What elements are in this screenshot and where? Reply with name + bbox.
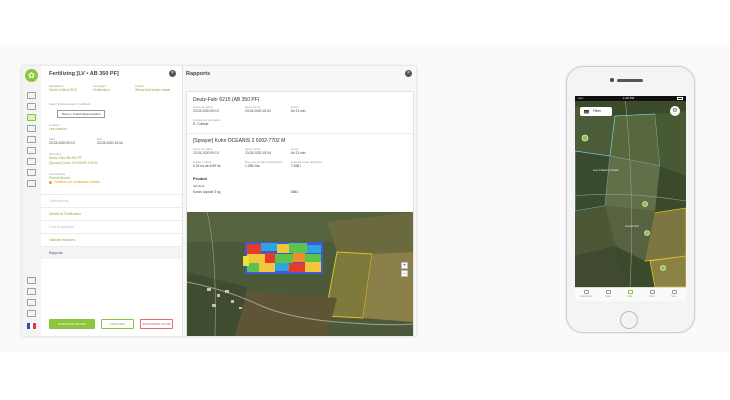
report-title: Deutz-Fahr 6215 (AB 350 PF) bbox=[193, 97, 260, 103]
product-name: Koran Liquide 3 kg bbox=[193, 190, 221, 194]
task-detail-panel: Fertilizing [LV • AB 350 PF] × Exploitat… bbox=[41, 66, 183, 336]
settings-gear-icon[interactable]: ⚙ bbox=[670, 106, 680, 116]
report-value: 23.03.2020 09:13 bbox=[193, 109, 219, 113]
dashboard-icon[interactable] bbox=[27, 92, 36, 99]
bottom-tab-bar: Operations Tasks Map Chat More bbox=[575, 287, 686, 301]
people-icon[interactable] bbox=[27, 147, 36, 154]
account-icon[interactable] bbox=[27, 299, 36, 306]
tasks-icon[interactable] bbox=[27, 114, 36, 121]
more-icon bbox=[671, 290, 677, 294]
status-bar: ••••• 1:20 PM bbox=[575, 96, 686, 101]
section-rapports[interactable]: Rapports bbox=[41, 246, 182, 259]
zoom-in-button[interactable]: + bbox=[401, 262, 408, 269]
stock-icon[interactable] bbox=[27, 180, 36, 187]
equipment-button[interactable]: Bruere / Grattel Ressemination bbox=[57, 110, 106, 118]
tasks-icon bbox=[605, 290, 611, 294]
status-time: 1:20 PM bbox=[623, 96, 635, 100]
field-value: Wheat soft winter wheat bbox=[135, 88, 171, 92]
report-value: 23.03.2020 15:34 bbox=[245, 109, 271, 113]
documents-icon[interactable] bbox=[27, 158, 36, 165]
report-value: 7.838 l bbox=[291, 164, 301, 168]
application-heatmap bbox=[243, 242, 323, 274]
report-card: Deutz-Fahr 6215 (AB 350 PF) Heure de déb… bbox=[186, 91, 414, 336]
carrier-signal: ••••• bbox=[578, 96, 584, 100]
phone-map[interactable] bbox=[575, 96, 686, 301]
report-value: 23.03.2020 09:13 bbox=[193, 151, 219, 155]
reports-panel: Rapports × Deutz-Fahr 6215 (AB 350 PF) H… bbox=[183, 66, 416, 336]
report-value: 1.256 l/ha bbox=[245, 164, 260, 168]
equipment-label: Seed / Products used / Fertilizers bbox=[49, 102, 91, 106]
reports-title: Rapports bbox=[186, 71, 211, 77]
close-icon[interactable]: × bbox=[405, 70, 412, 77]
menu-icon bbox=[584, 110, 589, 111]
section-validate[interactable]: Validate reactions bbox=[41, 233, 182, 246]
field-value: Mavic Unified 2019 bbox=[49, 88, 78, 92]
battery-icon bbox=[677, 97, 683, 100]
operator-link[interactable]: Deutz-Fahr AB 350 PF bbox=[49, 156, 82, 160]
warning-dot-icon bbox=[49, 181, 52, 184]
language-flag-icon[interactable] bbox=[27, 323, 36, 329]
intervention-note: Fertilizer per modulation details bbox=[54, 180, 100, 184]
tab-more[interactable]: More bbox=[663, 290, 685, 298]
chat-icon bbox=[649, 290, 655, 294]
filter-button[interactable]: Filtrer bbox=[580, 107, 612, 116]
tab-chat[interactable]: Chat bbox=[641, 290, 663, 298]
calendar-icon[interactable] bbox=[27, 103, 36, 110]
satellite-map[interactable] bbox=[187, 212, 413, 336]
machinery-icon[interactable] bbox=[27, 136, 36, 143]
app-logo-icon[interactable]: ✿ bbox=[25, 69, 38, 82]
edit-button[interactable]: MODIFIER bbox=[101, 319, 134, 329]
map-icon[interactable] bbox=[27, 125, 36, 132]
help-icon[interactable] bbox=[27, 277, 36, 284]
map-label: Les Chalons Fields bbox=[593, 168, 619, 172]
field-value: Fertilization bbox=[93, 88, 110, 92]
delete-button[interactable]: SUPPRIMER TACHE bbox=[140, 319, 173, 329]
icon-rail: ✿ bbox=[22, 66, 42, 336]
product-quantity: 8861 bbox=[291, 190, 299, 194]
tab-map[interactable]: Map bbox=[619, 290, 641, 298]
report-value: R. Collaud bbox=[193, 122, 209, 126]
location-value[interactable]: Les chalons bbox=[49, 127, 67, 131]
operator-link[interactable]: [Sprayer] Kuhn OCEANIS 2 5002 bbox=[49, 161, 98, 165]
tab-operations[interactable]: Operations bbox=[575, 290, 597, 298]
home-button[interactable] bbox=[620, 311, 638, 329]
start-value: 23.03.2020 09:13 bbox=[49, 141, 75, 145]
report-title: [Sprayer] Kuhn OCEANIS 2 5002-7702 M bbox=[193, 138, 286, 144]
duplicate-button[interactable]: DUPLICATE ACTION bbox=[49, 319, 95, 329]
report-value: 23.03.2020 15:34 bbox=[245, 151, 271, 155]
map-label: Grand Pré bbox=[625, 224, 639, 228]
settings-icon[interactable] bbox=[27, 288, 36, 295]
close-icon[interactable]: × bbox=[169, 70, 176, 77]
product-title: Produit bbox=[193, 176, 207, 181]
divider bbox=[187, 133, 413, 134]
end-value: 23.03.2020 15:34 bbox=[97, 141, 123, 145]
section-fertilization[interactable]: Details fix Fertilization bbox=[41, 207, 182, 220]
operations-icon bbox=[583, 290, 589, 294]
tab-tasks[interactable]: Tasks bbox=[597, 290, 619, 298]
section-cost[interactable]: Cost of operation bbox=[41, 220, 182, 233]
phone-screen: ••••• 1:20 PM Filtrer ⚙ Les Chalons Fiel… bbox=[575, 96, 686, 301]
report-value: 6.24 ha de 6.89 ha bbox=[193, 164, 221, 168]
section-observations[interactable]: Observations bbox=[41, 194, 182, 207]
panel-title: Fertilizing [LV • AB 350 PF] bbox=[49, 71, 119, 77]
zoom-out-button[interactable]: − bbox=[401, 270, 408, 277]
product-sub: Nitrofertil bbox=[193, 184, 205, 188]
report-value: 6h 21 min bbox=[291, 151, 306, 155]
application-map[interactable]: + − bbox=[187, 212, 413, 336]
map-icon bbox=[627, 290, 633, 294]
speaker-grille bbox=[617, 79, 643, 82]
phone-device: ••••• 1:20 PM Filtrer ⚙ Les Chalons Fiel… bbox=[566, 66, 695, 333]
user-icon[interactable] bbox=[27, 310, 36, 317]
report-value: 6h 21 min bbox=[291, 109, 306, 113]
camera-icon bbox=[610, 78, 614, 82]
desktop-app-window: ✿ Fertilizing [LV • AB 350 PF] × Exploit… bbox=[22, 66, 416, 336]
reports-icon[interactable] bbox=[27, 169, 36, 176]
